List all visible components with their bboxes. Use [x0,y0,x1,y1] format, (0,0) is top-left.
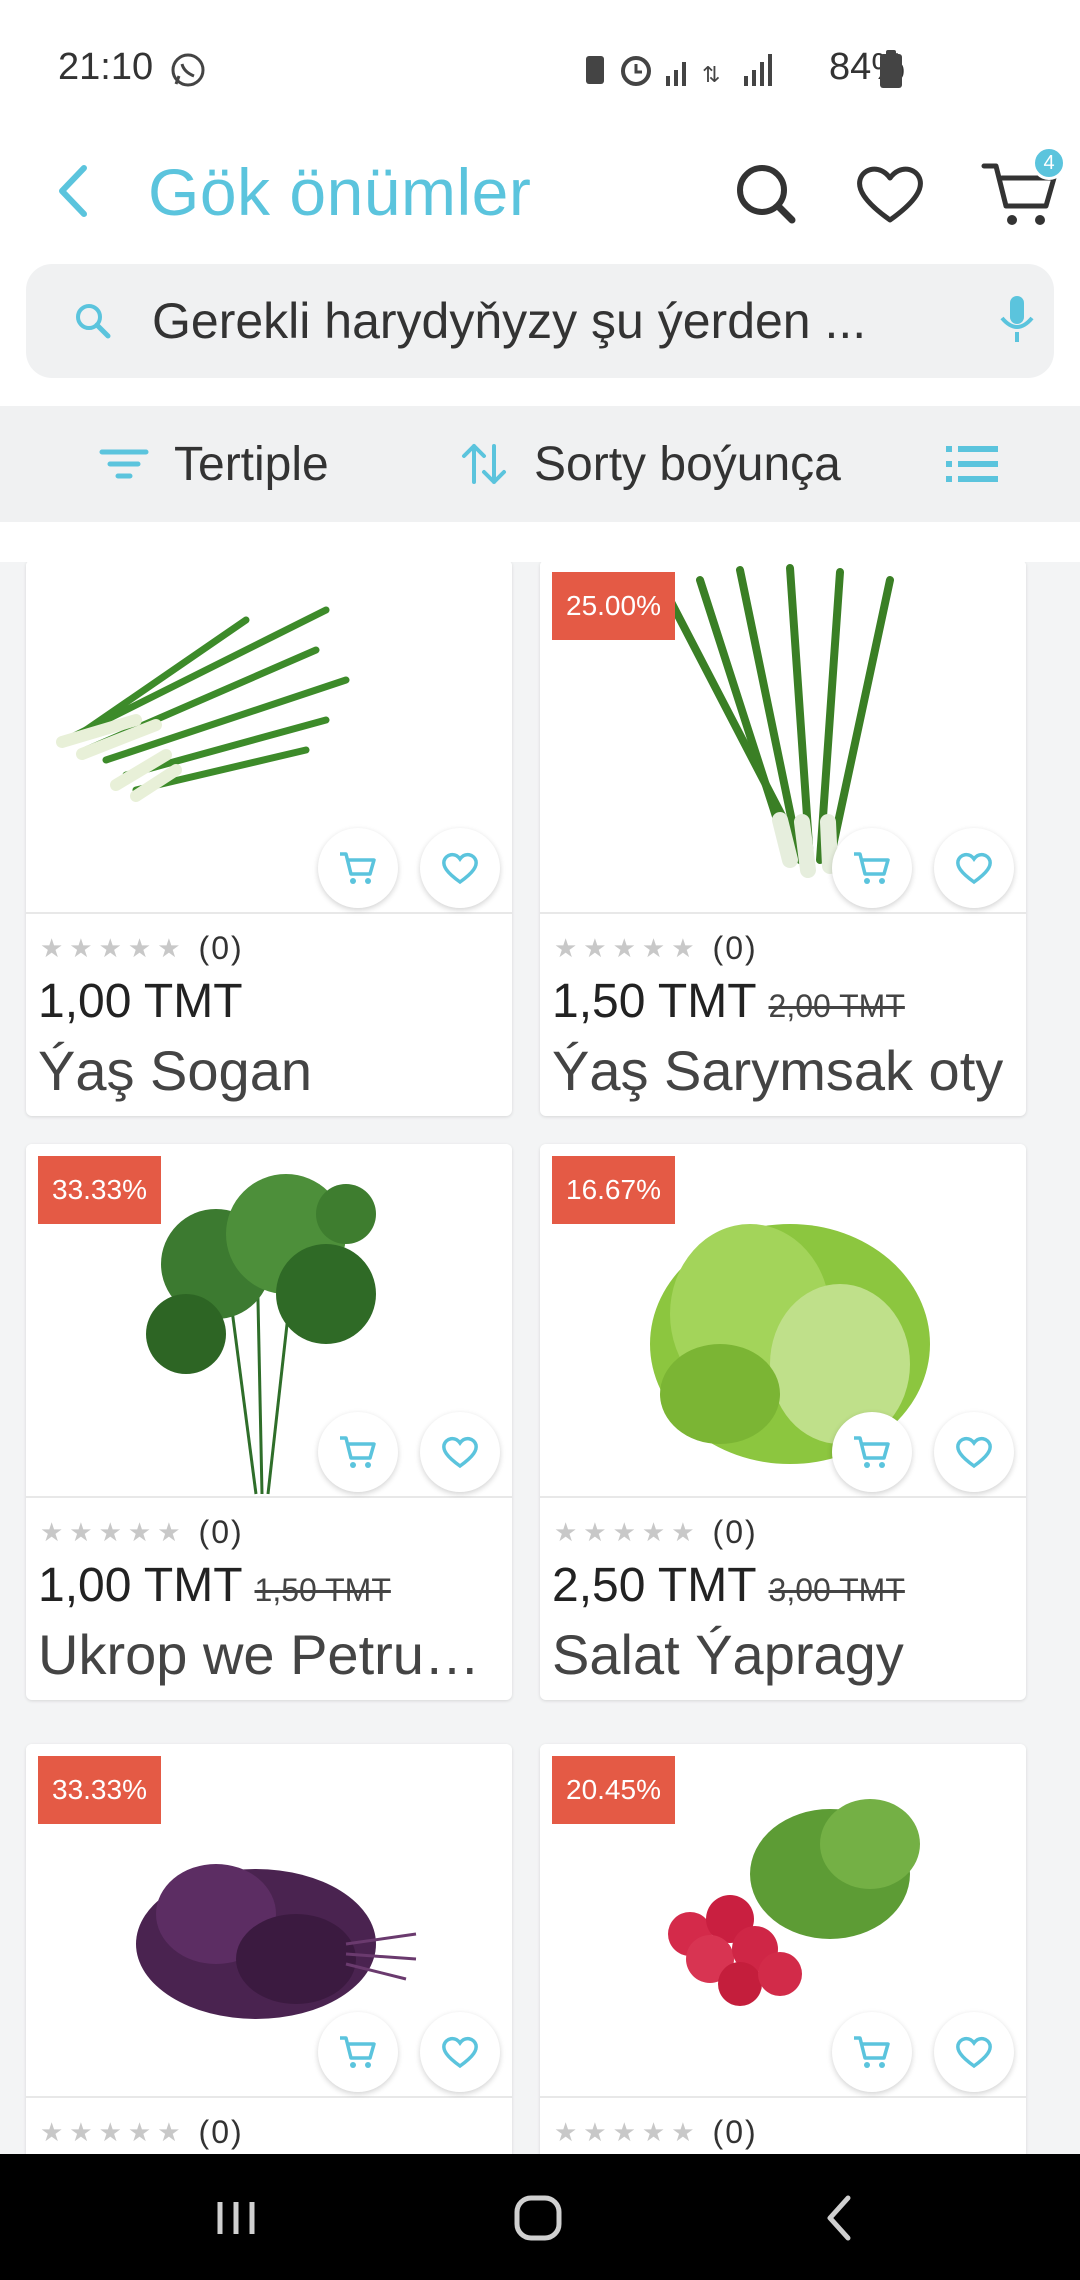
product-card[interactable]: 25.00% ★★★★★ (0) 1,50 TMT 2,00 TMT Ýaş S… [540,562,1026,1116]
heart-icon [442,852,478,885]
rating: ★★★★★ (0) [40,2110,244,2154]
add-to-cart-button[interactable] [318,1412,398,1492]
cart-icon [340,1436,376,1468]
battery-icon [880,50,902,88]
price-row: 2,50 TMT 3,00 TMT [552,1558,905,1622]
rating-count: (0) [198,929,244,966]
product-name: Ýaş Sarymsak oty [552,1039,1004,1102]
sort-label: Sorty boýunça [534,437,841,491]
add-to-cart-button[interactable] [318,2012,398,2092]
cart-icon [340,2036,376,2068]
search-field-icon [76,304,111,339]
filter-bar: Tertiple Sorty boýunça [0,406,1080,522]
cart-count-badge: 4 [1032,146,1066,180]
product-card[interactable]: ★★★★★ (0) 1,00 TMT Ýaş Sogan [26,562,512,1116]
rating: ★★★★★ (0) [554,1510,758,1554]
price-row: 1,50 TMT 2,00 TMT [552,974,905,1038]
old-price: 3,00 TMT [768,1572,905,1608]
discount-badge: 25.00% [552,572,675,640]
product-card[interactable]: 16.67% ★★★★★ (0) 2,50 TMT 3,00 TMT Salat… [540,1144,1026,1700]
search-input[interactable] [152,284,952,358]
cart-button[interactable]: 4 [980,146,1066,232]
add-to-cart-button[interactable] [832,1412,912,1492]
rating-stars: ★★★★★ [40,932,187,963]
svg-text:⇅: ⇅ [702,62,720,87]
rating-count: (0) [198,2113,244,2150]
favorite-button[interactable] [934,2012,1014,2092]
cart-icon [340,852,376,884]
app-bar: Gök önümler 4 [0,130,1080,260]
rating-stars: ★★★★★ [40,1516,187,1547]
product-name: Salat Ýapragy [552,1623,904,1686]
cart-icon [854,2036,890,2068]
rating-count: (0) [712,2113,758,2150]
status-bar: 21:10 ⇅ 84% [0,0,1080,130]
price-row: 1,00 TMT 1,50 TMT [38,1558,391,1622]
home-icon[interactable] [508,2190,568,2246]
price: 1,00 TMT [38,975,243,1028]
product-name: Ukrop we Petruşka [38,1623,504,1686]
product-card[interactable]: 33.33% ★★★★★ (0) [26,1744,512,2154]
discount-badge: 20.45% [552,1756,675,1824]
page-title: Gök önümler [148,155,532,229]
rating-count: (0) [198,1513,244,1550]
old-price: 2,00 TMT [768,988,905,1024]
price: 2,50 TMT [552,1559,757,1612]
cart-icon [854,852,890,884]
price: 1,00 TMT [38,1559,243,1612]
price: 1,50 TMT [552,975,757,1028]
rating-count: (0) [712,1513,758,1550]
heart-icon [442,1436,478,1469]
heart-icon [956,1436,992,1469]
favorites-heart-icon[interactable] [852,156,928,232]
system-nav-bar [0,2154,1080,2280]
recent-apps-icon[interactable] [206,2190,266,2246]
price-row: 1,00 TMT [38,974,243,1038]
add-to-cart-button[interactable] [832,828,912,908]
product-grid: ★★★★★ (0) 1,00 TMT Ýaş Sogan 25.00% ★★★★… [0,562,1080,2154]
add-to-cart-button[interactable] [318,828,398,908]
sort-button[interactable]: Sorty boýunça [456,428,841,500]
product-name: Ýaş Sogan [38,1039,312,1102]
old-price: 1,50 TMT [254,1572,391,1608]
favorite-button[interactable] [420,1412,500,1492]
heart-icon [956,2036,992,2069]
search-icon[interactable] [728,156,804,232]
back-arrow-icon[interactable] [40,156,110,226]
back-icon[interactable] [810,2190,870,2246]
filter-label: Tertiple [174,437,329,491]
favorite-button[interactable] [420,828,500,908]
rating-count: (0) [712,929,758,966]
rating: ★★★★★ (0) [554,926,758,970]
rating: ★★★★★ (0) [40,926,244,970]
rating-stars: ★★★★★ [554,2116,701,2147]
filter-button[interactable]: Tertiple [96,428,329,500]
add-to-cart-button[interactable] [832,2012,912,2092]
discount-badge: 16.67% [552,1156,675,1224]
rating-stars: ★★★★★ [40,2116,187,2147]
rating-stars: ★★★★★ [554,932,701,963]
product-card[interactable]: 33.33% ★★★★★ (0) 1,00 TMT 1,50 TMT Ukrop… [26,1144,512,1700]
microphone-icon[interactable] [992,292,1042,348]
system-status-icons: ⇅ [586,54,772,87]
rating-stars: ★★★★★ [554,1516,701,1547]
whatsapp-icon [171,53,205,87]
rating: ★★★★★ (0) [40,1510,244,1554]
favorite-button[interactable] [934,1412,1014,1492]
discount-badge: 33.33% [38,1756,161,1824]
favorite-button[interactable] [934,828,1014,908]
product-card[interactable]: 20.45% ★★★★★ (0) [540,1744,1026,2154]
sort-icon [462,444,506,484]
favorite-button[interactable] [420,2012,500,2092]
search-bar [26,264,1054,378]
rating: ★★★★★ (0) [554,2110,758,2154]
cart-icon [854,1436,890,1468]
filter-icon [99,449,149,479]
list-view-icon[interactable] [944,440,1000,488]
heart-icon [442,2036,478,2069]
status-time: 21:10 [58,46,154,88]
heart-icon [956,852,992,885]
discount-badge: 33.33% [38,1156,161,1224]
